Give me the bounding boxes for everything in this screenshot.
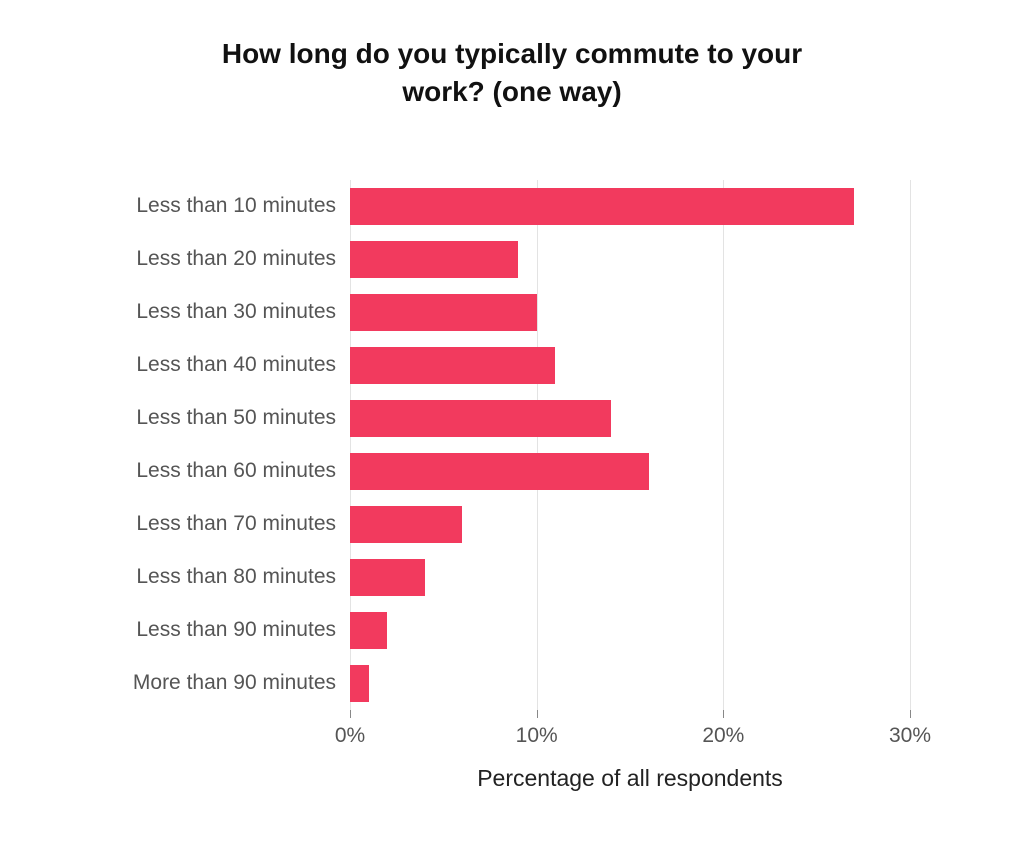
category-label: Less than 60 minutes	[136, 459, 336, 483]
chart-title-line2: work? (one way)	[402, 76, 621, 107]
category-label: Less than 80 minutes	[136, 565, 336, 589]
category-label: Less than 20 minutes	[136, 247, 336, 271]
x-tick-label: 0%	[335, 724, 365, 748]
category-label: Less than 90 minutes	[136, 618, 336, 642]
gridline	[537, 180, 538, 710]
bar	[350, 400, 611, 436]
category-label: Less than 30 minutes	[136, 300, 336, 324]
chart-title: How long do you typically commute to you…	[0, 35, 1024, 111]
bar	[350, 559, 425, 595]
x-tick	[350, 710, 351, 718]
category-label: More than 90 minutes	[133, 671, 336, 695]
bar	[350, 294, 537, 330]
x-tick-label: 30%	[889, 724, 931, 748]
category-label: Less than 70 minutes	[136, 512, 336, 536]
chart-title-line1: How long do you typically commute to you…	[222, 38, 802, 69]
bar	[350, 241, 518, 277]
x-tick	[910, 710, 911, 718]
bar	[350, 665, 369, 701]
category-label: Less than 50 minutes	[136, 406, 336, 430]
x-axis-title: Percentage of all respondents	[350, 765, 910, 792]
x-tick	[537, 710, 538, 718]
bar	[350, 612, 387, 648]
x-tick-label: 20%	[702, 724, 744, 748]
bar	[350, 188, 854, 224]
category-label: Less than 10 minutes	[136, 194, 336, 218]
chart-container: How long do you typically commute to you…	[0, 0, 1024, 859]
gridline	[723, 180, 724, 710]
gridline	[910, 180, 911, 710]
x-tick-label: 10%	[516, 724, 558, 748]
plot-area: Percentage of all respondents 0%10%20%30…	[350, 180, 910, 710]
bar	[350, 347, 555, 383]
bar	[350, 453, 649, 489]
x-tick	[723, 710, 724, 718]
category-label: Less than 40 minutes	[136, 353, 336, 377]
bar	[350, 506, 462, 542]
